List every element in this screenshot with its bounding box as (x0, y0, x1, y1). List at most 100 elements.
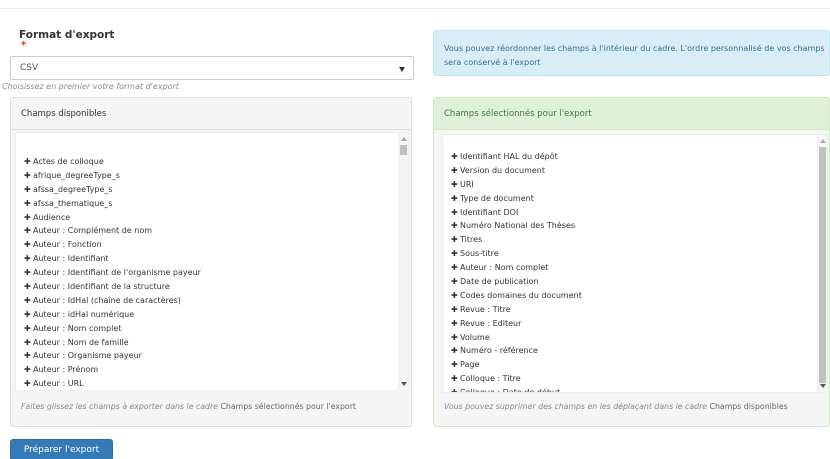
format-label: Format d'export (19, 29, 115, 41)
available-fields-footer: Faites glissez les champs à exporter dan… (11, 391, 411, 426)
field-item[interactable]: ✚ Page (451, 358, 813, 372)
available-fields-list[interactable]: ✚ Actes de colloque ✚ afrique_degreeType_s ✚… (15, 132, 409, 391)
move-icon: ✚ (24, 295, 31, 305)
field-item[interactable]: ✚ Titres (451, 233, 813, 247)
move-icon: ✚ (24, 351, 31, 361)
field-item[interactable]: ✚ Volume (451, 331, 813, 345)
field-item-label: Auteur : Organisme payeur (33, 351, 142, 361)
move-icon: ✚ (451, 235, 458, 245)
field-item-label: Auteur : IdHal (chaîne de caractères) (33, 295, 181, 305)
selected-footer-text: Vous pouvez supprimer des champs en les … (444, 402, 788, 411)
move-icon: ✚ (24, 184, 31, 194)
move-icon: ✚ (451, 332, 458, 342)
field-item-label: Auteur : Identifiant de la structure (33, 282, 170, 292)
field-item[interactable]: ✚ Revue : Editeur (451, 317, 813, 331)
field-item[interactable]: ✚ Auteur : Organisme payeur (24, 349, 394, 363)
field-item-label: Audience (33, 212, 71, 222)
field-item[interactable]: ✚ Auteur : Fonction (24, 238, 394, 252)
caret-down-icon (399, 67, 405, 72)
field-item-label: Revue : Titre (460, 304, 511, 314)
field-item[interactable]: ✚ Auteur : Identifiant de l'organisme pay… (24, 266, 394, 280)
field-item[interactable]: ✚ Auteur : Identifiant (24, 252, 394, 266)
field-item[interactable]: ✚ Revue : Titre (451, 303, 813, 317)
move-icon: ✚ (24, 157, 31, 166)
scroll-down-icon[interactable] (820, 384, 826, 388)
field-item[interactable]: ✚ Auteur : idHal numérique (24, 308, 394, 322)
field-item[interactable]: ✚ Date de publication (451, 275, 813, 289)
field-item-label: Identifiant HAL du dépôt (460, 152, 558, 161)
field-item[interactable]: ✚ Type de document (451, 192, 813, 206)
move-icon: ✚ (24, 309, 31, 319)
field-item[interactable]: ✚ Identifiant HAL du dépôt (451, 150, 813, 164)
field-item[interactable]: ✚ Auteur : Identifiant de la structure (24, 280, 394, 294)
available-fields-header: Champs disponibles (11, 98, 411, 130)
scroll-down-icon[interactable] (401, 382, 407, 386)
field-item-label: Volume (460, 332, 490, 342)
move-icon: ✚ (451, 360, 458, 370)
selected-fields-scrollbar[interactable] (817, 135, 827, 392)
field-item[interactable]: ✚ Audience (24, 211, 394, 225)
available-footer-target: Champs sélectionnés pour l'export (220, 402, 356, 411)
field-item[interactable]: ✚ Auteur : Nom de famille (24, 336, 394, 350)
field-item-label: Auteur : Identifiant (33, 254, 109, 264)
move-icon: ✚ (451, 318, 458, 328)
available-fields-scrollbar[interactable] (398, 133, 408, 390)
field-item[interactable]: ✚ Colloque : Titre (451, 372, 813, 386)
field-item[interactable]: ✚ Actes de colloque (24, 155, 394, 169)
top-divider (0, 8, 830, 9)
move-icon: ✚ (24, 254, 31, 264)
field-item-label: Auteur : URL (33, 379, 84, 389)
prepare-export-button[interactable]: Préparer l'export (10, 439, 113, 459)
field-item-label: Date de publication (460, 277, 539, 287)
field-item[interactable]: ✚ Auteur : URL (24, 377, 394, 390)
format-select[interactable]: CSV (10, 56, 414, 80)
field-item-label: Page (460, 360, 480, 370)
field-item-label: afssa_degreeType_s (33, 184, 113, 194)
field-item-label: Auteur : Nom de famille (33, 337, 129, 347)
field-item[interactable]: ✚ afrique_degreeType_s (24, 169, 394, 183)
format-help-text: Choisissez en premier votre format d'exp… (2, 82, 179, 91)
field-item[interactable]: ✚ Identifiant DOI (451, 206, 813, 220)
selected-fields-list[interactable]: ✚ Identifiant HAL du dépôt ✚ Version du doc… (442, 134, 828, 393)
info-alert-text: Vous pouvez réordonner les champs à l'in… (444, 44, 825, 67)
move-icon: ✚ (24, 240, 31, 250)
field-item-label: Actes de colloque (33, 157, 104, 166)
scroll-thumb[interactable] (400, 145, 407, 155)
field-item[interactable]: ✚ Sous-titre (451, 247, 813, 261)
field-item[interactable]: ✚ Auteur : Nom complet (24, 322, 394, 336)
selected-items: ✚ Identifiant HAL du dépôt ✚ Version du doc… (451, 150, 813, 392)
scroll-thumb[interactable] (819, 147, 826, 383)
move-icon: ✚ (451, 179, 458, 189)
field-item[interactable]: ✚ Auteur : Nom complet (451, 261, 813, 275)
field-item[interactable]: ✚ afssa_degreeType_s (24, 183, 394, 197)
field-item[interactable]: ✚ afssa_thematique_s (24, 197, 394, 211)
field-item[interactable]: ✚ Codes domaines du document (451, 289, 813, 303)
move-icon: ✚ (24, 212, 31, 222)
move-icon: ✚ (451, 290, 458, 300)
move-icon: ✚ (451, 263, 458, 273)
field-item[interactable]: ✚ URI (451, 178, 813, 192)
move-icon: ✚ (451, 152, 458, 161)
move-icon: ✚ (451, 207, 458, 217)
move-icon: ✚ (24, 226, 31, 236)
field-item[interactable]: ✚ Numéro - référence (451, 344, 813, 358)
selected-fields-header: Champs sélectionnés pour l'export (434, 98, 829, 130)
field-item-label: Type de document (460, 193, 534, 203)
field-item[interactable]: ✚ Version du document (451, 164, 813, 178)
field-item-label: afrique_degreeType_s (33, 170, 120, 180)
move-icon: ✚ (24, 337, 31, 347)
field-item-label: Sous-titre (460, 249, 499, 259)
field-item[interactable]: ✚ Auteur : Complément de nom (24, 224, 394, 238)
available-fields-title: Champs disponibles (21, 109, 107, 119)
scroll-up-icon[interactable] (401, 137, 407, 141)
move-icon: ✚ (451, 346, 458, 356)
field-item[interactable]: ✚ Auteur : Prénom (24, 363, 394, 377)
move-icon: ✚ (451, 249, 458, 259)
available-fields-panel: Champs disponibles ✚ Actes de colloque ✚ af… (10, 97, 412, 427)
field-item[interactable]: ✚ Auteur : IdHal (chaîne de caractères) (24, 294, 394, 308)
scroll-up-icon[interactable] (820, 139, 826, 143)
field-item-label: Auteur : idHal numérique (33, 309, 135, 319)
move-icon: ✚ (24, 365, 31, 375)
move-icon: ✚ (24, 268, 31, 278)
field-item[interactable]: ✚ Numéro National des Thèses (451, 219, 813, 233)
